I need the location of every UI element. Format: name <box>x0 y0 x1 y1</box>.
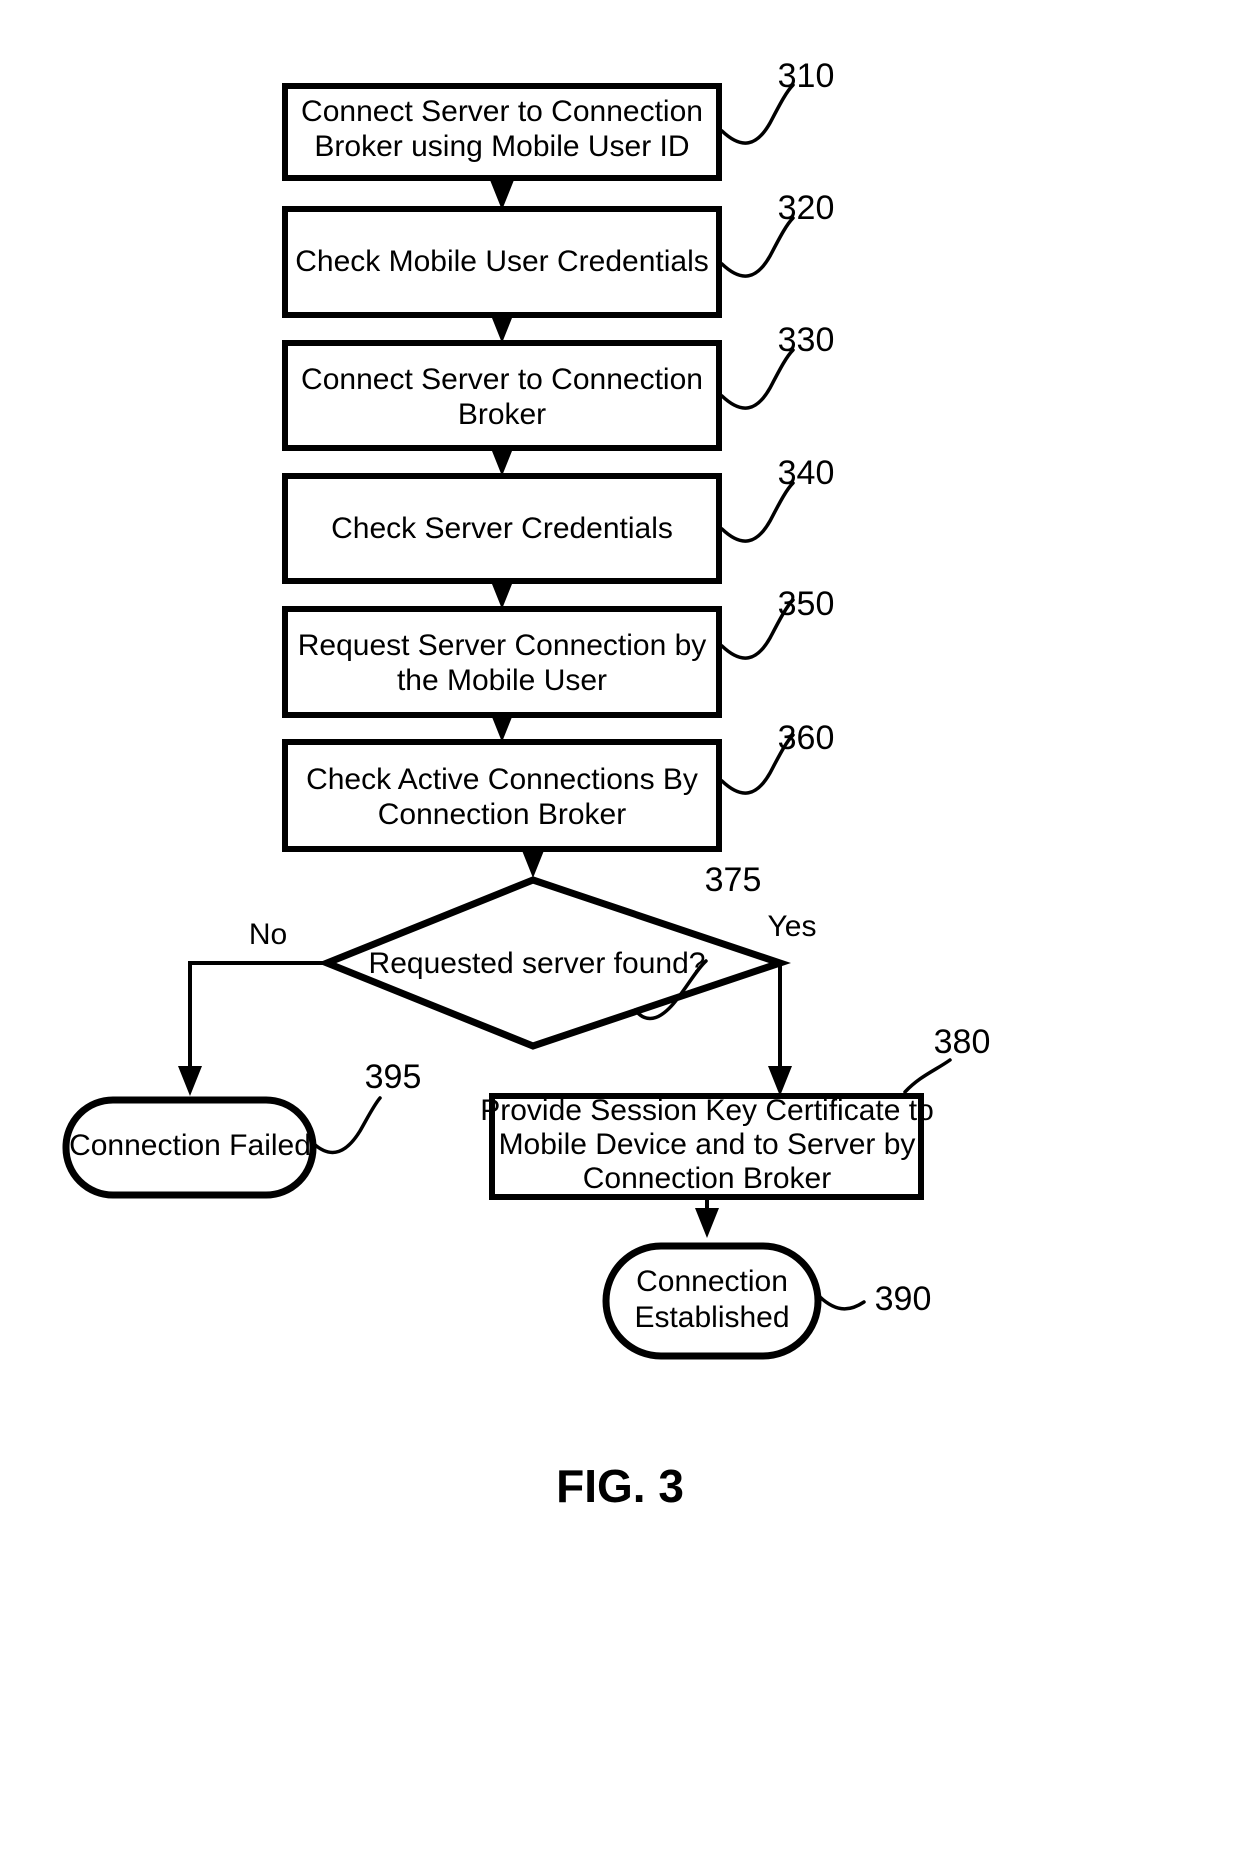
node-380-leader-line <box>903 1058 952 1094</box>
node-310-label-line-1: Connect Server to Connection <box>301 95 703 128</box>
node-395-leader-line <box>312 1096 382 1155</box>
node-330-ref-number: 330 <box>778 321 835 359</box>
node-350-ref-number: 350 <box>778 585 835 623</box>
branch-label-no: No <box>249 918 287 951</box>
connector-340-to-350 <box>490 579 514 609</box>
connector-360-to-375-arrowhead <box>521 848 545 878</box>
node-360: Check Active Connections By Connection B… <box>282 719 835 852</box>
flowchart-diagram: Connect Server to Connection Broker usin… <box>62 57 991 1512</box>
node-360-label-line-2: Connection Broker <box>378 798 626 831</box>
patent-figure: Connect Server to Connection Broker usin… <box>0 0 1240 1869</box>
node-320: Check Mobile User Credentials 320 <box>282 189 835 318</box>
connector-375-yes-arrowhead <box>768 1066 792 1096</box>
node-380-label-line-2: Mobile Device and to Server by <box>499 1128 916 1161</box>
node-395: Connection Failed 395 <box>62 1058 422 1199</box>
node-360-ref-number: 360 <box>778 719 835 757</box>
node-380-label-line-3: Connection Broker <box>583 1162 831 1195</box>
node-310: Connect Server to Connection Broker usin… <box>282 57 835 181</box>
node-395-ref-number: 395 <box>365 1058 422 1096</box>
node-310-label-line-2: Broker using Mobile User ID <box>314 130 689 163</box>
node-310-ref-number: 310 <box>778 57 835 95</box>
node-380-ref-number: 380 <box>934 1023 991 1061</box>
node-380-label-line-1: Provide Session Key Certificate to <box>480 1094 934 1127</box>
node-320-label-line-1: Check Mobile User Credentials <box>295 245 709 278</box>
node-395-label-line-1: Connection Failed <box>69 1129 311 1162</box>
connector-375-no-arrowhead <box>178 1066 202 1096</box>
connector-330-to-340 <box>490 446 514 476</box>
connector-350-to-360 <box>490 712 514 742</box>
node-375-label-line-1: Requested server found? <box>369 947 706 980</box>
node-380: Provide Session Key Certificate to Mobil… <box>480 1023 991 1200</box>
connector-375-yes-to-380 <box>768 963 792 1096</box>
node-350-label-line-1: Request Server Connection by <box>298 629 707 662</box>
node-340: Check Server Credentials 340 <box>282 454 835 584</box>
node-320-ref-number: 320 <box>778 189 835 227</box>
connector-375-no-path <box>188 961 327 1080</box>
node-340-ref-number: 340 <box>778 454 835 492</box>
connector-375-no-to-395 <box>178 961 327 1096</box>
connector-330-to-340-arrowhead <box>490 446 514 476</box>
node-375: Requested server found? 375 <box>317 861 791 1050</box>
connector-360-to-375 <box>521 848 545 878</box>
node-390: Connection Established 390 <box>602 1242 932 1360</box>
connector-380-to-390-arrowhead <box>695 1208 719 1238</box>
node-390-label-line-1: Connection <box>636 1265 788 1298</box>
branch-label-yes: Yes <box>768 910 817 943</box>
node-390-leader-line <box>818 1295 866 1311</box>
connector-320-to-330-arrowhead <box>490 313 514 343</box>
node-340-label-line-1: Check Server Credentials <box>331 512 673 545</box>
node-390-ref-number: 390 <box>875 1280 932 1318</box>
figure-caption: FIG. 3 <box>556 1460 684 1512</box>
connector-340-to-350-arrowhead <box>490 579 514 609</box>
connector-310-to-320-arrowhead <box>490 180 514 210</box>
node-330-label-line-1: Connect Server to Connection <box>301 363 703 396</box>
node-350-label-line-2: the Mobile User <box>397 664 607 697</box>
connector-320-to-330 <box>490 313 514 343</box>
connector-310-to-320 <box>490 178 514 210</box>
node-350: Request Server Connection by the Mobile … <box>282 585 835 718</box>
node-330: Connect Server to Connection Broker 330 <box>282 321 835 451</box>
connector-380-to-390 <box>695 1197 719 1238</box>
node-375-ref-number: 375 <box>705 861 762 899</box>
node-390-label-line-2: Established <box>634 1301 789 1334</box>
node-330-label-line-2: Broker <box>458 398 546 431</box>
node-360-label-line-1: Check Active Connections By <box>306 763 698 796</box>
connector-350-to-360-arrowhead <box>490 712 514 742</box>
node-350-shape <box>282 606 722 718</box>
